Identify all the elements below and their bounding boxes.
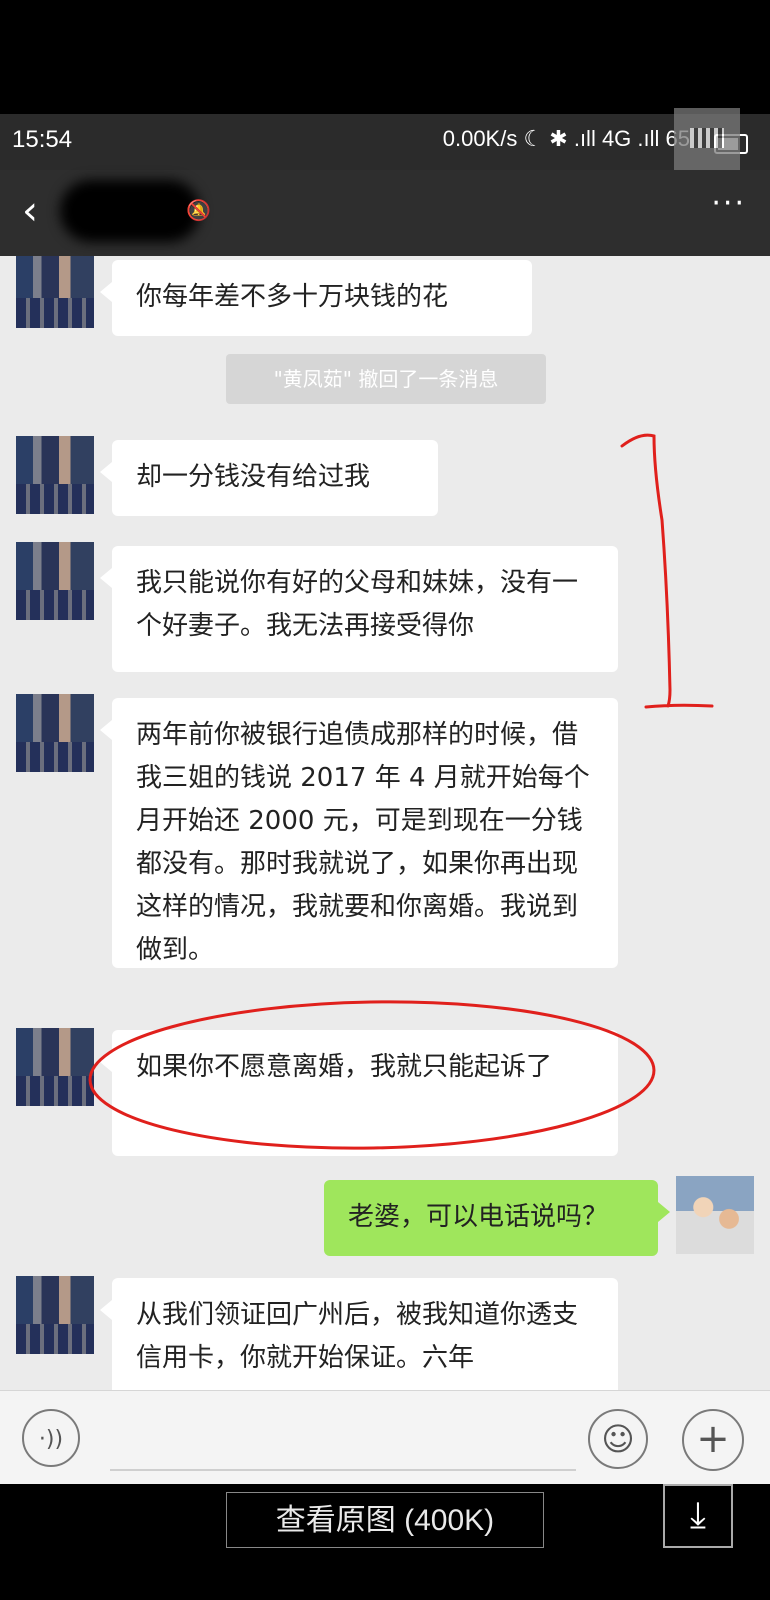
message-bubble-self[interactable]: 老婆，可以电话说吗？ [324, 1180, 670, 1256]
status-time: 15:54 [12, 126, 73, 153]
image-viewer-toolbar: 查看原图 (400K) ⤓ [0, 1484, 770, 1600]
self-avatar[interactable] [676, 1176, 754, 1254]
message-bubble[interactable]: 两年前你被银行追债成那样的时候，借我三姐的钱说 2017 年 4 月就开始每个月… [100, 698, 618, 968]
qr-pattern [690, 128, 724, 148]
more-options-icon[interactable]: ··· [711, 186, 746, 221]
contact-avatar[interactable] [16, 256, 94, 328]
status-bar: 15:54 0.00K/s ☾ ✱ .ıll 4G .ıll 65 [0, 114, 770, 170]
contact-avatar[interactable] [16, 694, 94, 772]
redacted-contact-name [60, 180, 200, 242]
back-icon[interactable]: ‹ [22, 188, 38, 234]
download-icon[interactable]: ⤓ [663, 1484, 733, 1548]
message-input[interactable] [110, 1469, 576, 1471]
system-message: "黄凤茹" 撤回了一条消息 [226, 354, 546, 404]
message-bubble[interactable]: 却一分钱没有给过我 [100, 440, 438, 516]
contact-avatar[interactable] [16, 1276, 94, 1354]
mute-icon: 🔕 [186, 198, 211, 222]
emoji-button[interactable]: ☺ [588, 1409, 648, 1469]
message-bubble[interactable]: 从我们领证回广州后，被我知道你透支信用卡，你就开始保证。六年 [100, 1278, 618, 1390]
contact-avatar[interactable] [16, 542, 94, 620]
message-bubble[interactable]: 我只能说你有好的父母和妹妹，没有一个好妻子。我无法再接受得你 [100, 546, 618, 672]
qr-overlay-icon [674, 108, 740, 174]
message-bubble[interactable]: 如果你不愿意离婚，我就只能起诉了 [100, 1030, 618, 1156]
voice-input-button[interactable]: ·)) [22, 1409, 80, 1467]
contact-avatar[interactable] [16, 436, 94, 514]
status-indicators: 0.00K/s ☾ ✱ .ıll 4G .ıll 65 [442, 126, 690, 151]
more-actions-button[interactable]: + [682, 1409, 744, 1471]
chat-message-list[interactable]: 你每年差不多十万块钱的花 "黄凤茹" 撤回了一条消息 却一分钱没有给过我 我只能… [0, 256, 770, 1390]
contact-avatar[interactable] [16, 1028, 94, 1106]
input-bar: ·)) ☺ + [0, 1390, 770, 1485]
message-bubble[interactable]: 你每年差不多十万块钱的花 [100, 260, 532, 336]
chat-header: ‹ 🔕 ··· [0, 170, 770, 256]
view-original-button[interactable]: 查看原图 (400K) [226, 1492, 544, 1548]
